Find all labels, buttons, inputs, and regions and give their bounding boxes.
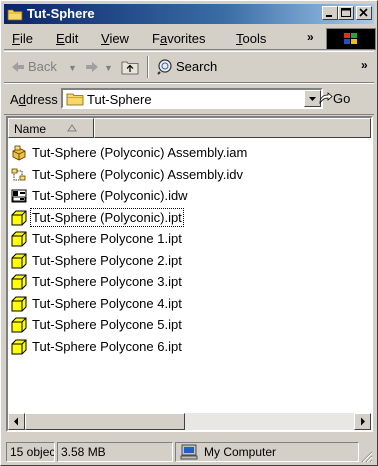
horizontal-scrollbar[interactable] [8,413,371,430]
maximize-button[interactable] [338,6,354,20]
minimize-button[interactable] [322,6,338,20]
assembly-icon [12,145,26,161]
presentation-icon [11,168,26,180]
toolbar-separator [147,56,149,78]
file-name: Tut-Sphere (Polyconic).idw [32,188,188,203]
list-item[interactable]: Tut-Sphere Polycone 6.ipt [8,336,371,358]
list-item[interactable]: Tut-Sphere Polycone 2.ipt [8,250,371,272]
windows-flag-icon [344,33,357,44]
status-size: 3.58 MB [57,442,173,462]
file-name: Tut-Sphere Polycone 4.ipt [32,295,182,311]
forward-dropdown-arrow[interactable]: ▼ [104,63,113,73]
list-item[interactable]: Tut-Sphere (Polyconic).idw [8,185,371,207]
list-item[interactable]: Tut-Sphere Polycone 1.ipt [8,228,371,250]
address-label: Address [10,92,58,107]
part-icon [11,210,27,225]
toolbar-overflow-chevron[interactable]: » [361,58,368,72]
window-title: Tut-Sphere [27,6,95,21]
go-arrow-icon [319,92,333,105]
back-arrow-icon [12,62,24,72]
standard-toolbar: Back ▼ ▼ Search » [4,51,374,83]
resize-grip-icon[interactable] [361,451,373,463]
column-header-name[interactable]: Name [8,118,94,138]
close-button[interactable] [356,6,372,20]
address-input[interactable]: Tut-Sphere [61,88,323,109]
status-bar: 15 objec 3.58 MB My Computer [4,440,374,464]
menu-edit[interactable]: Edit [56,31,78,46]
list-item[interactable]: Tut-Sphere Polycone 5.ipt [8,314,371,336]
file-name: Tut-Sphere Polycone 3.ipt [32,274,182,289]
close-icon [359,8,368,17]
column-header-filler [94,118,371,138]
back-dropdown-arrow[interactable]: ▼ [68,63,77,73]
folder-icon [7,9,23,21]
list-item[interactable]: Tut-Sphere (Polyconic) Assembly.iam [8,142,371,164]
scroll-right-button[interactable] [354,413,371,430]
list-item-focused[interactable]: Tut-Sphere (Polyconic).ipt [8,207,371,229]
go-button[interactable]: Go [333,91,350,106]
sort-ascending-icon [67,124,77,132]
address-bar: Address Tut-Sphere Go [4,83,374,115]
part-icon [11,339,27,354]
menu-tools[interactable]: Tools [236,31,266,46]
menu-bar: File Edit View Favorites Tools » [4,27,376,50]
menu-view[interactable]: View [101,31,129,46]
arrow-right-icon [361,417,365,426]
folder-icon [66,93,84,106]
forward-arrow-icon[interactable] [84,60,100,74]
part-icon [11,231,27,247]
file-name: Tut-Sphere (Polyconic) Assembly.iam [32,145,248,160]
status-object-count: 15 objec [6,442,55,462]
search-button[interactable]: Search [176,59,217,74]
file-name: Tut-Sphere Polycone 5.ipt [32,317,182,332]
maximize-icon [341,8,351,17]
windows-logo [326,28,376,50]
part-icon [11,274,27,290]
status-zone: My Computer [175,442,359,462]
my-computer-icon [180,444,198,460]
file-name: Tut-Sphere (Polyconic) Assembly.idv [32,166,243,182]
file-list[interactable]: Name Tut-Sphere (Polyconic) Assembly.iam [6,116,373,432]
scroll-thumb[interactable] [25,413,185,430]
list-item[interactable]: Tut-Sphere Polycone 4.ipt [8,293,371,315]
file-name: Tut-Sphere Polycone 2.ipt [32,252,182,268]
up-folder-icon[interactable] [120,58,140,76]
title-bar[interactable]: Tut-Sphere [4,4,374,24]
drawing-icon [11,189,27,203]
file-rows: Tut-Sphere (Polyconic) Assembly.iam Tut-… [8,142,371,357]
part-icon [11,253,27,268]
explorer-window: Tut-Sphere File Edit View Favorites Tool… [0,0,378,466]
menu-overflow-chevron[interactable]: » [307,30,314,44]
search-icon [157,59,172,75]
part-icon [11,317,27,333]
address-value: Tut-Sphere [87,92,152,107]
file-name: Tut-Sphere Polycone 6.ipt [32,338,182,354]
arrow-left-icon [14,417,18,426]
menu-favorites[interactable]: Favorites [152,31,205,46]
file-name: Tut-Sphere Polycone 1.ipt [32,231,182,246]
back-button[interactable]: Back [28,59,57,74]
minimize-icon [326,15,332,17]
scroll-left-button[interactable] [8,413,25,430]
menu-file[interactable]: File [12,31,33,46]
list-item[interactable]: Tut-Sphere Polycone 3.ipt [8,271,371,293]
part-icon [11,296,27,311]
list-item[interactable]: Tut-Sphere (Polyconic) Assembly.idv [8,164,371,186]
column-name-label: Name [14,122,47,136]
file-name: Tut-Sphere (Polyconic).ipt [30,207,184,227]
